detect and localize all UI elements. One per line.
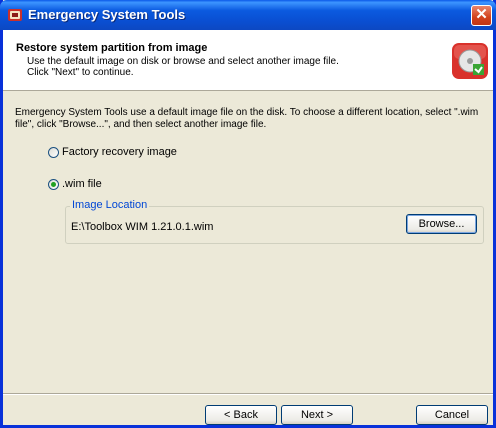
image-location-group: Image Location E:\Toolbox WIM 1.21.0.1.w… (65, 199, 484, 244)
wim-file-radio[interactable] (48, 178, 59, 190)
back-button[interactable]: < Back (205, 405, 277, 425)
browse-button[interactable]: Browse... (406, 214, 477, 234)
image-location-label: Image Location (70, 199, 150, 211)
header-title: Restore system partition from image (16, 42, 208, 54)
next-button[interactable]: Next > (281, 405, 353, 425)
next-label: Next (300, 409, 324, 421)
wim-file-label: .wim file (62, 178, 102, 190)
factory-image-option[interactable]: Factory recovery image (48, 146, 177, 158)
factory-image-radio[interactable] (48, 146, 59, 158)
footer-separator (3, 393, 493, 395)
close-button[interactable]: ✕ (471, 5, 492, 26)
next-suffix: > (323, 409, 334, 421)
instructions-text: Emergency System Tools use a default ima… (15, 107, 479, 130)
close-icon: ✕ (475, 6, 488, 23)
window-title: Emergency System Tools (28, 7, 186, 22)
header-description: Use the default image on disk or browse … (27, 56, 339, 78)
title-bar[interactable]: Emergency System Tools ✕ (0, 0, 496, 30)
factory-image-label: Factory recovery image (62, 146, 177, 158)
app-icon (8, 9, 22, 21)
back-prefix: < (224, 409, 234, 421)
image-path: E:\Toolbox WIM 1.21.0.1.wim (71, 221, 214, 233)
cancel-button[interactable]: Cancel (416, 405, 488, 425)
wizard-header: Restore system partition from image Use … (3, 30, 493, 91)
wim-file-option[interactable]: .wim file (48, 178, 102, 190)
back-label: Back (233, 409, 258, 421)
disk-restore-icon (452, 43, 488, 79)
wizard-window: Emergency System Tools ✕ Restore system … (0, 0, 496, 428)
